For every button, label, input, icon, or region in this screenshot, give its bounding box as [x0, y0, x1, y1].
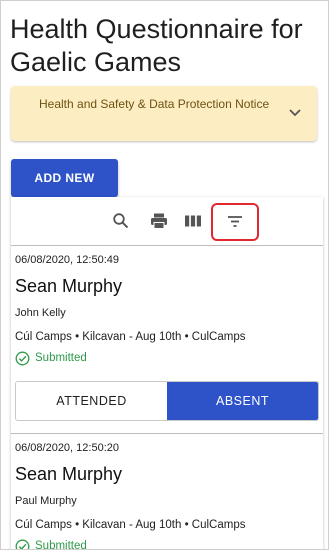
entry-person: John Kelly [15, 307, 66, 319]
divider [11, 245, 323, 246]
check-circle-icon [15, 539, 30, 549]
entry-name: Sean Murphy [15, 276, 123, 296]
entry-camp: Cúl Camps • Kilcavan - Aug 10th • CulCam… [15, 519, 246, 531]
columns-icon[interactable] [181, 209, 205, 233]
entry-timestamp: 06/08/2020, 12:50:20 [15, 442, 119, 454]
notice-expander[interactable]: Health and Safety & Data Protection Noti… [11, 86, 317, 141]
search-icon[interactable] [109, 209, 133, 233]
status-label: Submitted [35, 540, 87, 550]
attended-button[interactable]: ATTENDED [16, 382, 167, 420]
status-badge: Submitted [15, 350, 87, 366]
print-icon[interactable] [147, 209, 171, 233]
entry-timestamp: 06/08/2020, 12:50:49 [15, 254, 119, 266]
attendance-toggle: ATTENDED ABSENT [15, 381, 319, 421]
filter-icon[interactable] [223, 209, 247, 233]
status-label: Submitted [35, 352, 87, 364]
list-item[interactable]: 06/08/2020, 12:50:20 Sean Murphy Paul Mu… [11, 433, 323, 550]
entry-camp: Cúl Camps • Kilcavan - Aug 10th • CulCam… [15, 331, 246, 343]
check-circle-icon [15, 351, 30, 365]
responses-list: 06/08/2020, 12:50:49 Sean Murphy John Ke… [11, 197, 323, 550]
status-badge: Submitted [15, 538, 87, 550]
app-screen: Health Questionnaire for Gaelic Games He… [0, 0, 329, 550]
entry-name: Sean Murphy [15, 464, 123, 484]
entry-person: Paul Murphy [15, 495, 77, 507]
list-item[interactable]: 06/08/2020, 12:50:49 Sean Murphy John Ke… [11, 245, 323, 433]
divider [11, 433, 323, 434]
chevron-down-icon [289, 109, 301, 117]
add-new-button[interactable]: ADD NEW [11, 159, 118, 197]
page-title: Health Questionnaire for Gaelic Games [10, 14, 303, 77]
notice-label: Health and Safety & Data Protection Noti… [39, 97, 270, 111]
absent-button[interactable]: ABSENT [167, 382, 318, 420]
list-toolbar [11, 197, 323, 245]
